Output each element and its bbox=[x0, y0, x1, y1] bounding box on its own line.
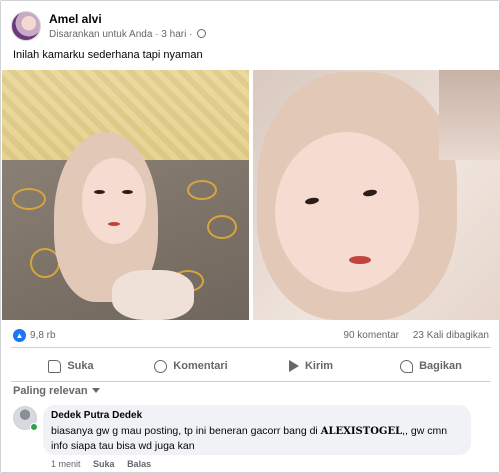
divider bbox=[11, 347, 491, 348]
share-count[interactable]: 23 Kali dibagikan bbox=[413, 330, 489, 341]
post-card: Amel alvi Disarankan untuk Anda · 3 hari… bbox=[0, 0, 500, 473]
comment-count[interactable]: 90 komentar bbox=[343, 330, 399, 341]
like-button[interactable]: Suka bbox=[11, 352, 131, 380]
share-icon bbox=[400, 359, 414, 373]
comment-bold-text: ALEXISTOGEL bbox=[320, 426, 403, 437]
comment-bubble-icon bbox=[154, 359, 168, 373]
mat-pattern bbox=[187, 180, 217, 200]
thumbs-up-icon: ▲ bbox=[13, 329, 26, 342]
post-header: Amel alvi Disarankan untuk Anda · 3 hari… bbox=[11, 11, 491, 45]
thumbs-up-icon bbox=[48, 359, 62, 373]
suggested-label: Disarankan untuk Anda bbox=[49, 29, 153, 40]
comment-time[interactable]: 1 menit bbox=[51, 459, 81, 469]
mat-pattern bbox=[12, 188, 46, 210]
reaction-count[interactable]: 9,8 rb bbox=[30, 330, 56, 341]
comment-button[interactable]: Komentari bbox=[131, 352, 251, 380]
comment-like-button[interactable]: Suka bbox=[93, 459, 115, 469]
post-time[interactable]: 3 hari bbox=[161, 29, 186, 40]
comment-bubble: Dedek Putra Dedek biasanya gw g mau post… bbox=[43, 405, 471, 455]
post-photo-right[interactable] bbox=[253, 70, 500, 320]
background-shelf bbox=[439, 70, 500, 160]
post-caption: Inilah kamarku sederhana tapi nyaman bbox=[13, 49, 203, 61]
share-button[interactable]: Bagikan bbox=[371, 352, 491, 380]
person-face bbox=[275, 132, 419, 292]
comment-footer: 1 menit Suka Balas bbox=[51, 459, 161, 469]
mat-pattern bbox=[207, 215, 237, 239]
comment-text: biasanya gw g mau posting, tp ini benera… bbox=[51, 425, 448, 452]
person-arm bbox=[112, 270, 194, 320]
person-face bbox=[82, 158, 146, 244]
send-icon bbox=[288, 360, 299, 372]
globe-icon bbox=[197, 29, 207, 38]
chevron-down-icon bbox=[91, 388, 100, 393]
comment-author[interactable]: Dedek Putra Dedek bbox=[51, 410, 463, 421]
author-name[interactable]: Amel alvi bbox=[49, 12, 102, 26]
online-status-dot bbox=[30, 423, 38, 431]
reaction-stats: ▲ 9,8 rb 90 komentar 23 Kali dibagikan bbox=[13, 329, 489, 343]
post-meta: Disarankan untuk Anda · 3 hari · bbox=[49, 29, 207, 40]
post-photo-left[interactable] bbox=[2, 70, 249, 320]
action-bar: Suka Komentari Kirim Bagikan bbox=[11, 352, 491, 380]
comment-sort-dropdown[interactable]: Paling relevan bbox=[13, 385, 100, 397]
author-avatar[interactable] bbox=[11, 11, 41, 41]
comment-reply-button[interactable]: Balas bbox=[127, 459, 151, 469]
divider bbox=[11, 381, 491, 382]
send-button[interactable]: Kirim bbox=[251, 352, 371, 380]
